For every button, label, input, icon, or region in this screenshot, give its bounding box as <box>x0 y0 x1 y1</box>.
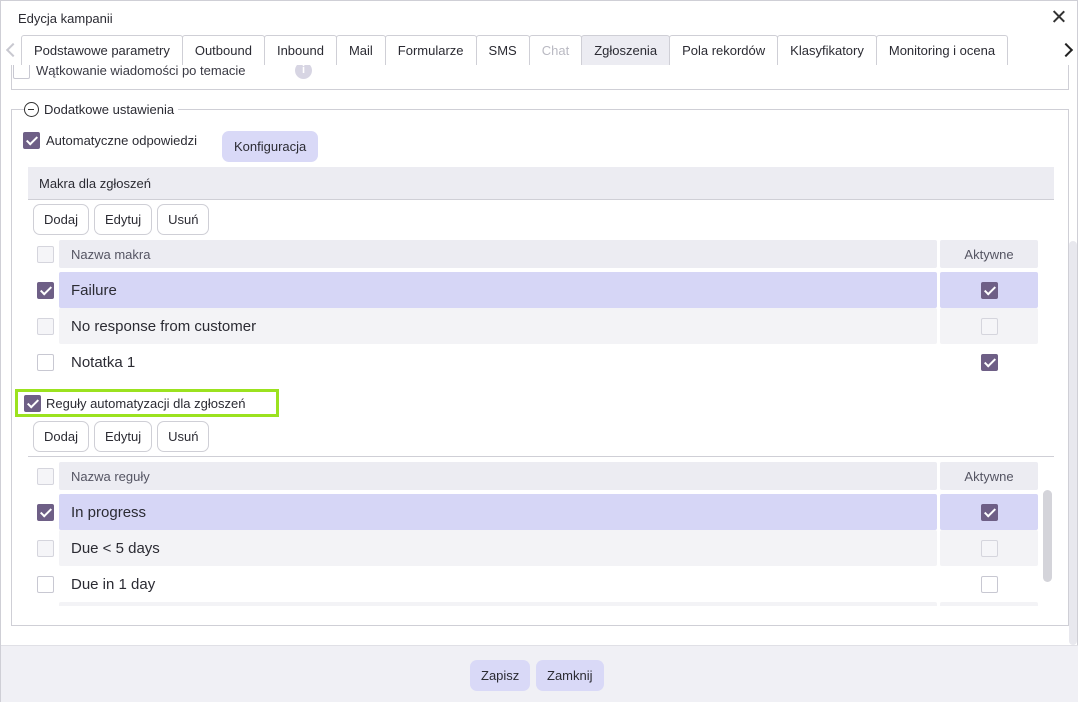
tab-mail[interactable]: Mail <box>335 35 386 65</box>
tab-podstawowe-parametry[interactable]: Podstawowe parametry <box>21 35 183 65</box>
macros-header: Makra dla zgłoszeń <box>28 167 1054 200</box>
column-header-name[interactable]: Nazwa makra <box>59 240 937 268</box>
active-checkbox[interactable] <box>980 575 998 593</box>
row-select-checkbox[interactable] <box>36 575 54 593</box>
threading-label: Wątkowanie wiadomości po temacie <box>36 65 246 78</box>
table-header: Nazwa makra Aktywne <box>33 240 1039 268</box>
auto-replies-option: Automatyczne odpowiedzi <box>23 132 197 149</box>
active-checkbox[interactable] <box>980 353 998 371</box>
select-all-checkbox[interactable] <box>36 467 54 485</box>
auto-replies-label: Automatyczne odpowiedzi <box>46 133 198 148</box>
table-row[interactable] <box>33 602 1039 606</box>
dialog-footer: Zapisz Zamknij <box>1 645 1078 702</box>
title-bar: Edycja kampanii <box>1 1 1077 35</box>
rules-table: Nazwa reguły Aktywne In progress Due < 5… <box>33 462 1039 606</box>
automation-rules-label: Reguły automatyzacji dla zgłoszeń <box>46 395 246 411</box>
legend-label: Dodatkowe ustawienia <box>44 102 175 117</box>
additional-settings-legend: Dodatkowe ustawienia <box>24 102 179 117</box>
macro-name: Notatka 1 <box>71 353 136 371</box>
save-button[interactable]: Zapisz <box>470 660 531 691</box>
macro-name: No response from customer <box>59 308 937 344</box>
rule-name: Due in 1 day <box>71 575 156 593</box>
active-checkbox[interactable] <box>980 539 998 557</box>
auto-replies-checkbox[interactable] <box>23 132 40 149</box>
row-select-checkbox[interactable] <box>36 353 54 371</box>
macros-table: Nazwa makra Aktywne Failure No response … <box>33 240 1039 380</box>
close-button[interactable]: Zamknij <box>536 660 604 691</box>
table-row[interactable]: Due in 1 day <box>33 566 1039 602</box>
table-row[interactable]: Failure <box>33 272 1039 308</box>
threading-option: Wątkowanie wiadomości po temacie <box>13 65 246 79</box>
macros-toolbar: Dodaj Edytuj Usuń <box>33 204 210 235</box>
rule-name: Due < 5 days <box>59 530 937 566</box>
row-select-checkbox[interactable] <box>36 281 54 299</box>
macro-name: Failure <box>59 272 937 308</box>
tab-scroll-right-icon[interactable] <box>1061 42 1073 58</box>
additional-settings-section: Dodatkowe ustawienia Automatyczne odpowi… <box>11 102 1069 626</box>
campaign-edit-dialog: Edycja kampanii Podstawowe parametry Out… <box>0 0 1078 702</box>
column-header-name[interactable]: Nazwa reguły <box>59 462 937 490</box>
table-row[interactable]: In progress <box>33 494 1039 530</box>
tab-pola-rekordow[interactable]: Pola rekordów <box>669 35 779 65</box>
tab-klasyfikatory[interactable]: Klasyfikatory <box>777 35 877 65</box>
select-all-checkbox[interactable] <box>36 245 54 263</box>
tab-bar: Podstawowe parametry Outbound Inbound Ma… <box>1 35 1077 65</box>
macros-delete-button[interactable]: Usuń <box>157 204 210 235</box>
table-row[interactable]: No response from customer <box>33 308 1039 344</box>
rules-table-viewport: Nazwa reguły Aktywne In progress Due < 5… <box>28 456 1054 606</box>
macros-add-button[interactable]: Dodaj <box>33 204 89 235</box>
tab-monitoring-i-ocena[interactable]: Monitoring i ocena <box>875 35 1009 65</box>
tab-content: Wątkowanie wiadomości po temacie i Dodat… <box>1 65 1078 645</box>
rules-edit-button[interactable]: Edytuj <box>93 421 153 452</box>
dialog-title: Edycja kampanii <box>18 11 113 26</box>
active-checkbox[interactable] <box>980 503 998 521</box>
active-checkbox[interactable] <box>980 281 998 299</box>
automation-rules-option: Reguły automatyzacji dla zgłoszeń <box>15 389 279 417</box>
rules-toolbar: Dodaj Edytuj Usuń <box>33 421 210 452</box>
tab-formularze[interactable]: Formularze <box>384 35 477 65</box>
rules-add-button[interactable]: Dodaj <box>33 421 89 452</box>
automation-rules-checkbox[interactable] <box>24 394 41 412</box>
tab-zgloszenia[interactable]: Zgłoszenia <box>581 35 671 65</box>
rule-name: In progress <box>59 494 937 530</box>
row-select-checkbox[interactable] <box>36 317 54 335</box>
configure-button[interactable]: Konfiguracja <box>222 131 319 162</box>
dialog-scrollbar[interactable] <box>1069 241 1077 645</box>
table-row[interactable]: Due < 5 days <box>33 530 1039 566</box>
column-header-active[interactable]: Aktywne <box>940 240 1038 268</box>
rules-delete-button[interactable]: Usuń <box>157 421 210 452</box>
column-header-active[interactable]: Aktywne <box>940 462 1038 490</box>
tab-sms[interactable]: SMS <box>475 35 530 65</box>
rule-name <box>59 602 937 606</box>
close-icon[interactable] <box>1049 7 1069 27</box>
tab-inbound[interactable]: Inbound <box>263 35 337 65</box>
tab-chat: Chat <box>528 35 583 65</box>
macros-edit-button[interactable]: Edytuj <box>93 204 153 235</box>
row-select-checkbox[interactable] <box>36 539 54 557</box>
tabs: Podstawowe parametry Outbound Inbound Ma… <box>21 35 1009 65</box>
active-checkbox[interactable] <box>980 317 998 335</box>
rules-table-scrollbar[interactable] <box>1043 490 1052 582</box>
collapse-icon[interactable] <box>24 102 39 117</box>
tab-outbound[interactable]: Outbound <box>181 35 265 65</box>
table-header: Nazwa reguły Aktywne <box>33 462 1039 490</box>
tab-scroll-left-icon[interactable] <box>4 42 16 58</box>
row-select-checkbox[interactable] <box>36 503 54 521</box>
table-row[interactable]: Notatka 1 <box>33 344 1039 380</box>
threading-checkbox[interactable] <box>13 65 30 79</box>
